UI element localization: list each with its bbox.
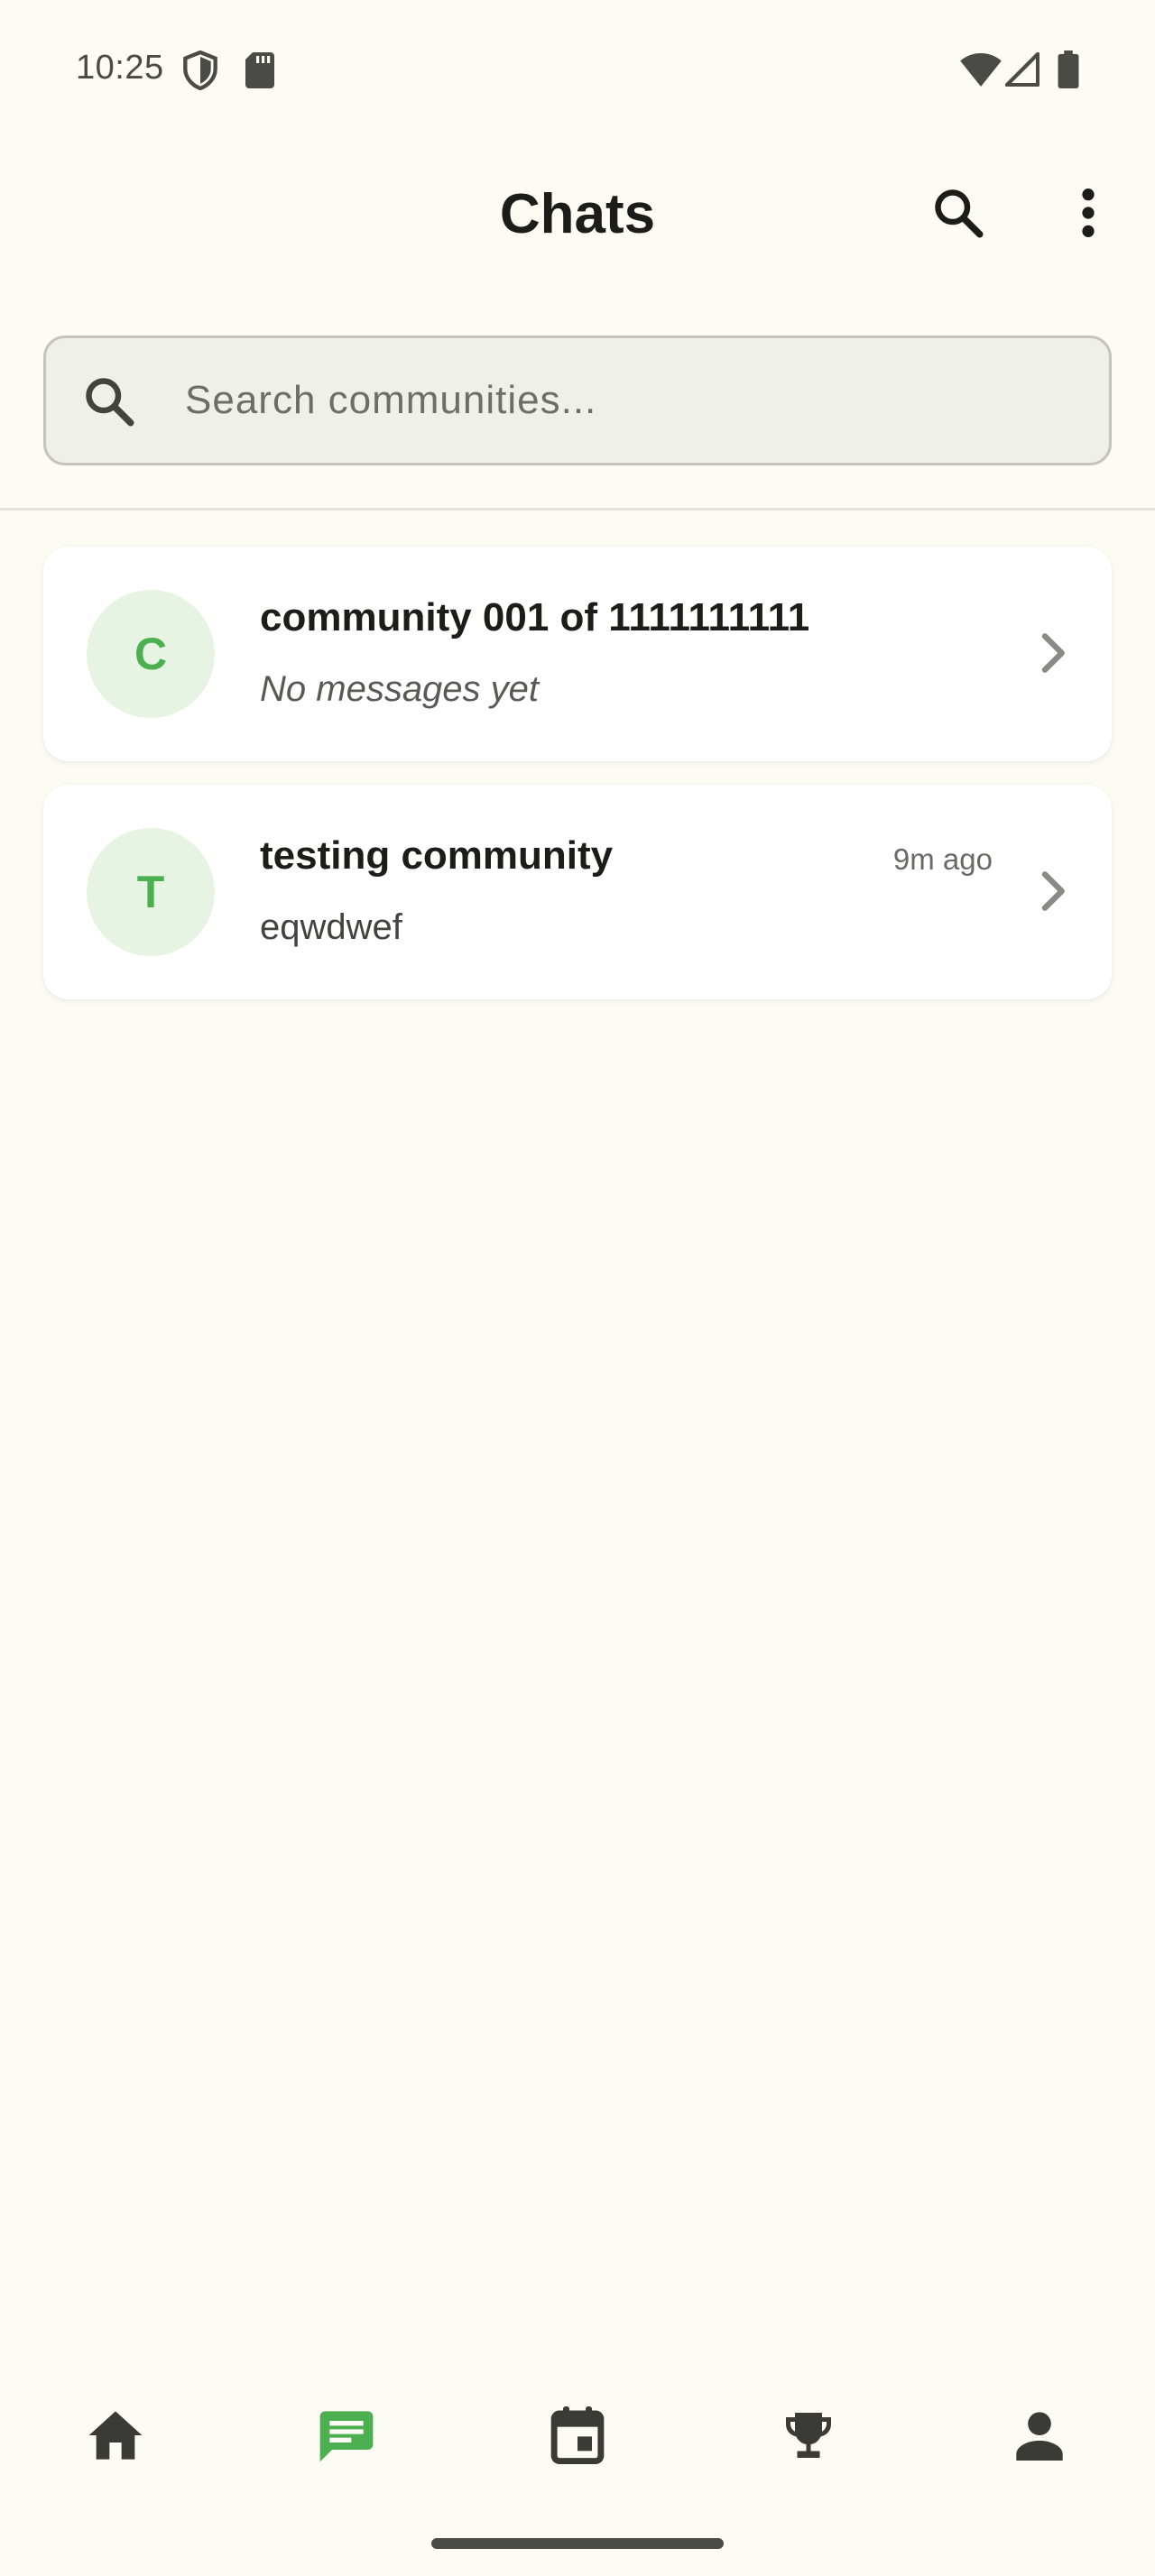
- signal-icon: [1004, 51, 1040, 91]
- calendar-icon: [550, 2406, 605, 2469]
- wifi-icon: [960, 52, 1002, 91]
- more-options-button[interactable]: [1045, 171, 1132, 258]
- chevron-right-icon: [1038, 869, 1067, 917]
- nav-profile[interactable]: [976, 2392, 1103, 2482]
- battery-icon: [1058, 51, 1079, 93]
- chat-icon: [318, 2406, 375, 2469]
- search-input[interactable]: [185, 338, 1087, 463]
- chat-timestamp: 9m ago: [892, 842, 993, 876]
- chat-name: community 001 of 1111111111: [260, 595, 810, 639]
- person-icon: [1014, 2410, 1065, 2465]
- search-icon: [82, 374, 136, 433]
- nav-home[interactable]: [52, 2392, 179, 2482]
- status-time: 10:25: [76, 49, 164, 87]
- status-bar: 10:25: [0, 0, 1155, 135]
- home-indicator[interactable]: [431, 2538, 724, 2549]
- app-bar: Chats: [0, 135, 1155, 298]
- trophy-icon: [781, 2408, 836, 2467]
- chat-preview: No messages yet: [260, 669, 540, 709]
- search-button[interactable]: [915, 171, 1002, 258]
- sd-card-icon: [245, 52, 274, 93]
- avatar: T: [87, 828, 215, 956]
- search-icon: [931, 186, 985, 244]
- chat-preview: eqwdwef: [260, 907, 402, 947]
- chevron-right-icon: [1038, 631, 1067, 679]
- home-icon: [87, 2408, 144, 2467]
- search-field[interactable]: [43, 336, 1112, 465]
- chat-name: testing community: [260, 833, 614, 878]
- more-vert-icon: [1081, 188, 1095, 243]
- nav-events[interactable]: [514, 2392, 641, 2482]
- shield-icon: [182, 50, 218, 95]
- avatar: C: [87, 590, 215, 718]
- nav-chats[interactable]: [283, 2392, 410, 2482]
- chat-list-item[interactable]: T testing community 9m ago eqwdwef: [43, 785, 1112, 999]
- divider: [0, 508, 1155, 511]
- nav-leaderboard[interactable]: [745, 2392, 872, 2482]
- chat-list-item[interactable]: C community 001 of 1111111111 No message…: [43, 547, 1112, 761]
